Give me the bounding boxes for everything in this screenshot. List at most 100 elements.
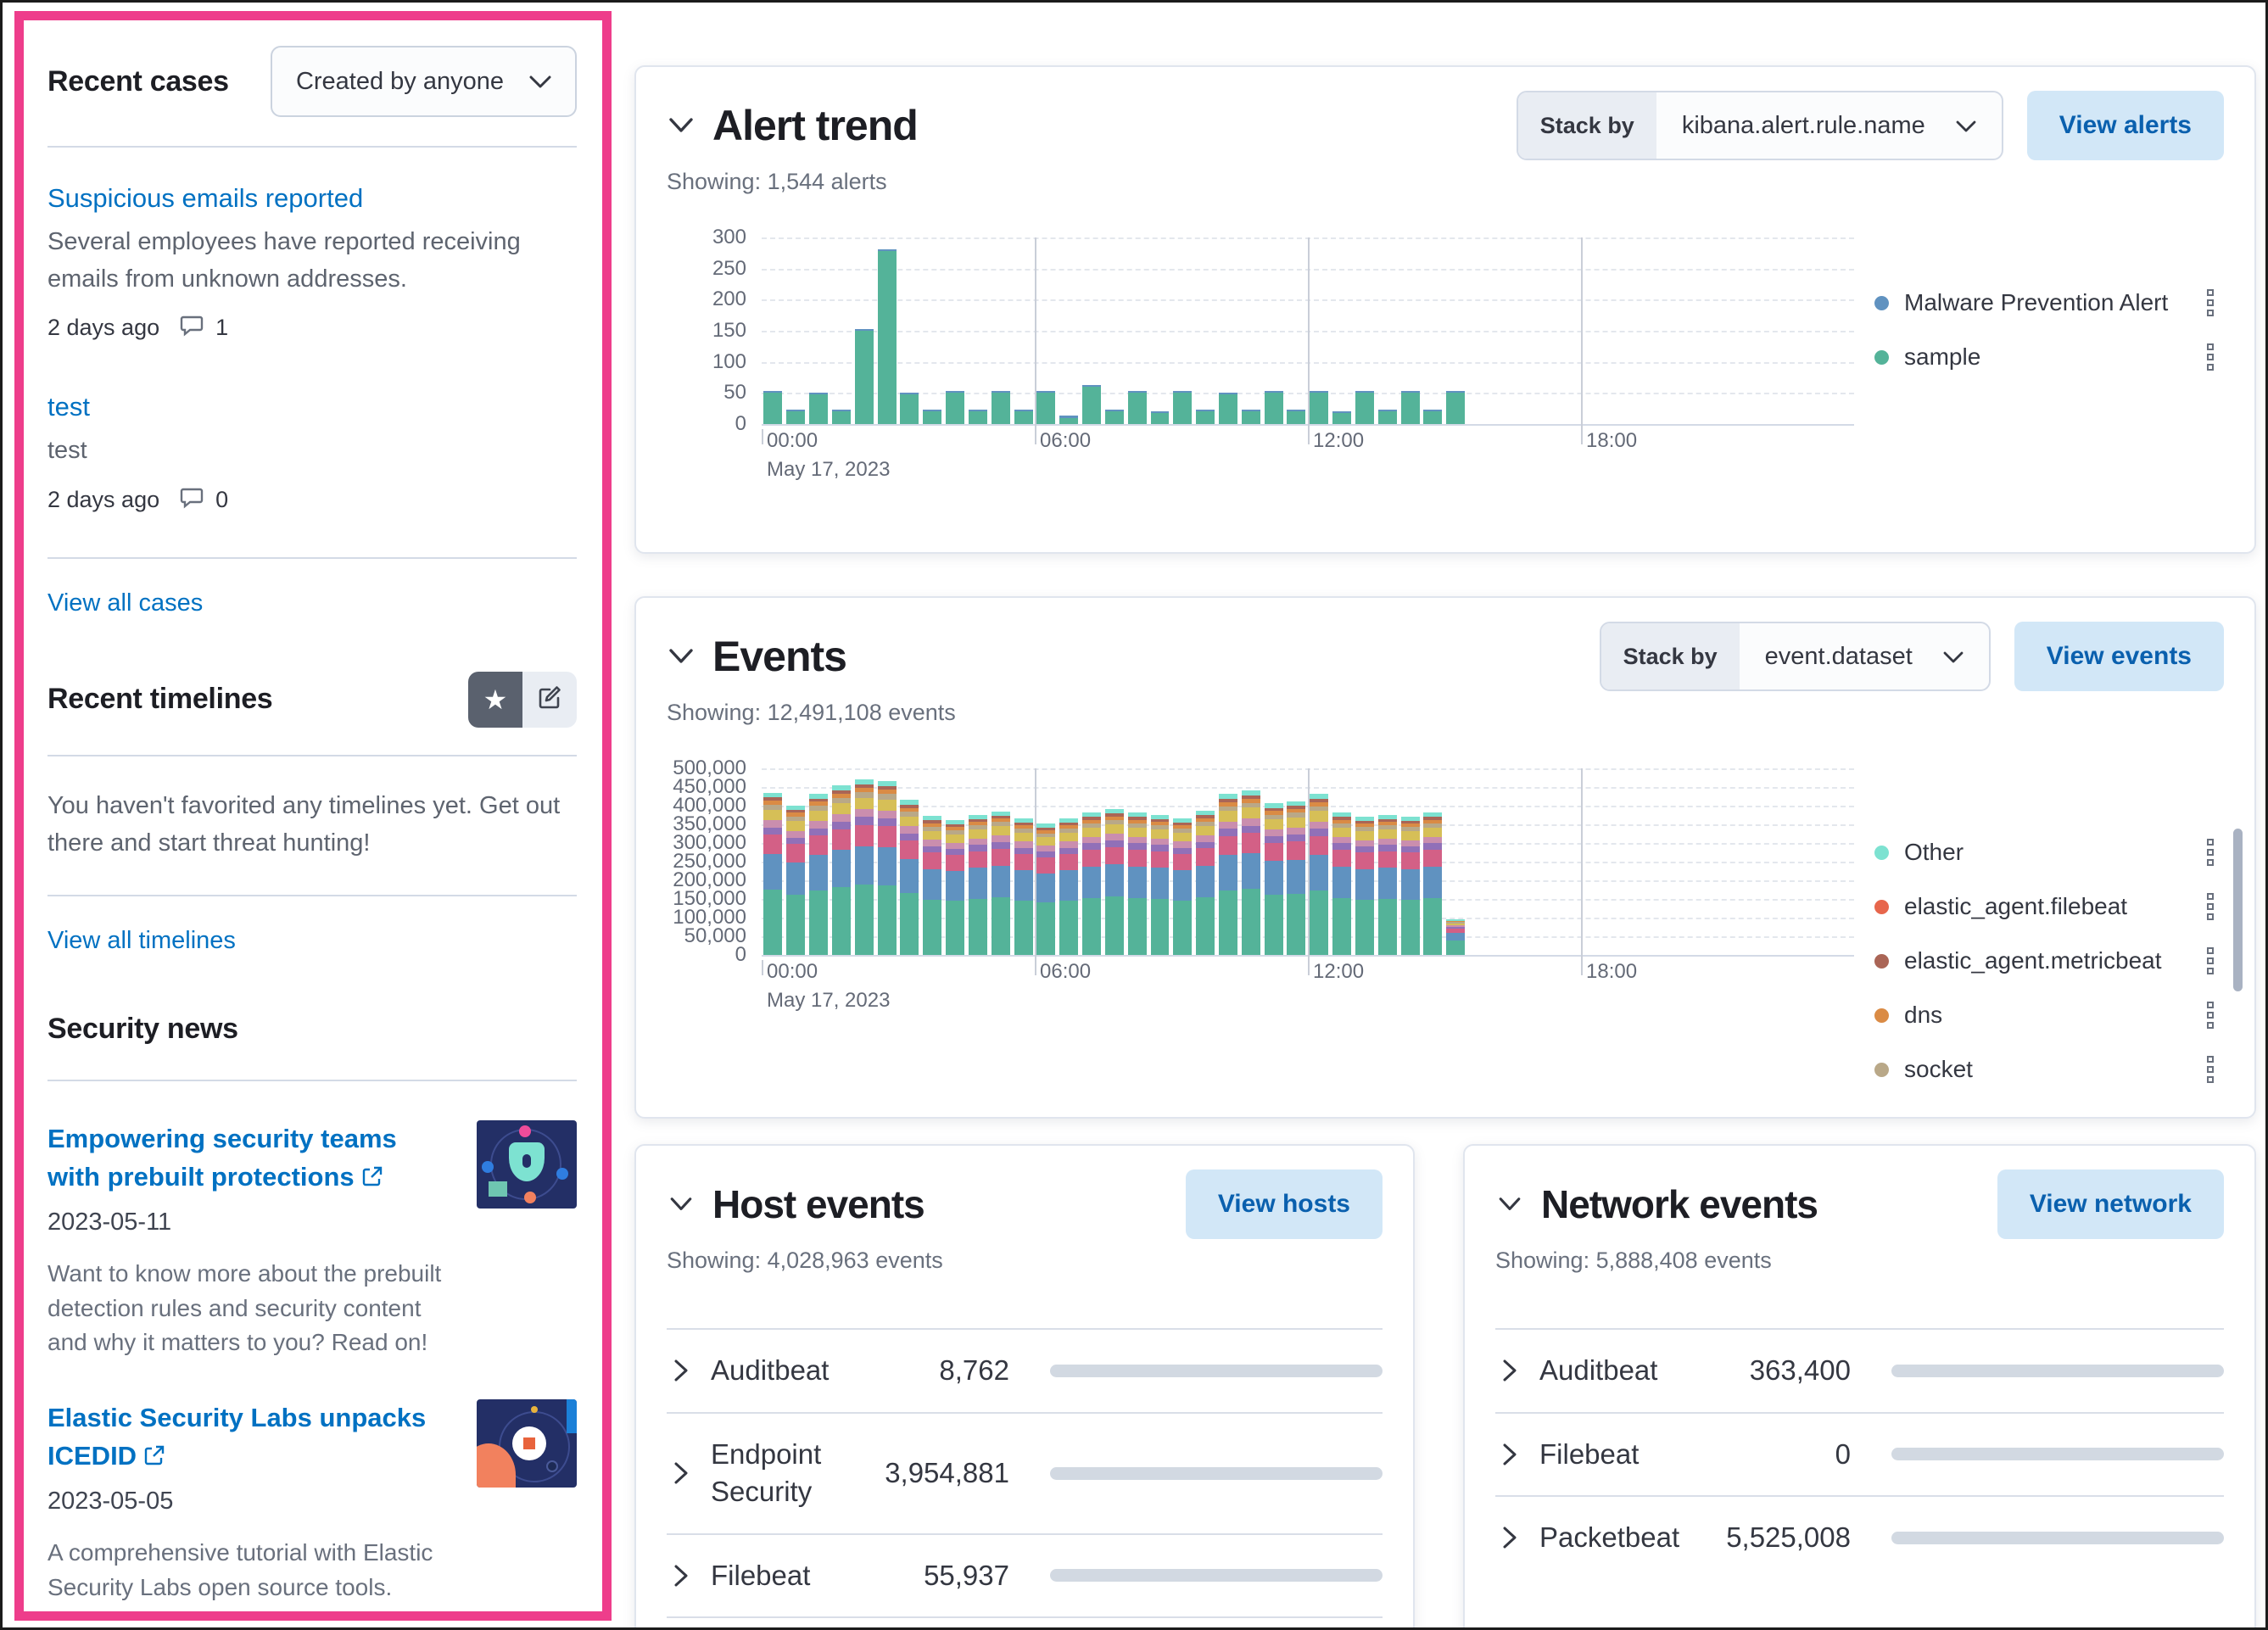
host-events-rows: Auditbeat 8,762 Endpoint Security 3,954,… (667, 1328, 1383, 1627)
alert-trend-title: Alert trend (712, 102, 919, 149)
news-link[interactable]: Empowering security teams with prebuilt … (47, 1120, 455, 1198)
chevron-down-icon (529, 68, 551, 96)
table-row: Filebeat 55,937 (667, 1535, 1383, 1619)
network-events-title: Network events (1541, 1182, 1818, 1226)
case-description: test (47, 437, 87, 464)
news-thumbnail[interactable] (477, 1120, 577, 1209)
news-date: 2023-05-11 (47, 1209, 172, 1236)
case-link[interactable]: Suspicious emails reported (47, 183, 363, 214)
legend-menu-icon[interactable] (2204, 835, 2217, 869)
view-alerts-button[interactable]: View alerts (2026, 91, 2224, 160)
table-row: Filebeat 0 (1495, 1414, 2224, 1498)
table-row: Auditbeat 363,400 (1495, 1330, 2224, 1414)
chevron-right-icon[interactable] (1495, 1440, 1524, 1469)
legend-scrollbar[interactable] (2233, 829, 2243, 991)
host-events-header: Host events View hosts (667, 1169, 1383, 1239)
collapse-chevron-icon[interactable] (1495, 1190, 1524, 1219)
network-events-panel: Network events View network Showing: 5,8… (1463, 1144, 2256, 1627)
events-plot (762, 768, 1854, 969)
events-chart: 500,000 450,000 400,000 350,000 300,000 250,0… (667, 756, 1854, 1019)
legend-dot (1874, 899, 1889, 914)
table-row: Packetbeat 5,525,008 (1495, 1497, 2224, 1579)
alert-trend-legend: Malware Prevention Alert sample (1874, 286, 2217, 374)
external-link-icon (143, 1439, 165, 1477)
news-date: 2023-05-05 (47, 1487, 174, 1515)
cases-filter-select[interactable]: Created by anyone (270, 46, 577, 117)
case-description: Several employees have reported receivin… (47, 228, 521, 293)
view-hosts-button[interactable]: View hosts (1185, 1169, 1383, 1239)
divider (47, 146, 577, 148)
table-row: Winlogbeat 9,383 (667, 1618, 1383, 1627)
legend-dot (1874, 295, 1889, 310)
news-link[interactable]: Elastic Security Labs unpacks ICEDID (47, 1399, 455, 1477)
alert-stackby-select[interactable]: Stack by kibana.alert.rule.name (1516, 91, 2003, 160)
progress-bar (1050, 1364, 1383, 1377)
legend-dot (1874, 845, 1889, 860)
collapse-chevron-icon[interactable] (667, 642, 695, 671)
chevron-right-icon[interactable] (1495, 1523, 1524, 1552)
progress-bar (1891, 1364, 2224, 1377)
legend-item: socket (1874, 1052, 2217, 1086)
news-thumbnail[interactable] (477, 1399, 577, 1488)
view-all-cases-link[interactable]: View all cases (47, 589, 203, 617)
legend-menu-icon[interactable] (2204, 1052, 2217, 1086)
case-link[interactable]: test (47, 392, 90, 422)
network-events-rows: Auditbeat 363,400 Filebeat 0 Packetbeat … (1495, 1328, 2224, 1579)
legend-item: dns (1874, 998, 2217, 1032)
security-news-title: Security news (47, 1013, 238, 1046)
chevron-right-icon[interactable] (667, 1561, 695, 1590)
legend-item: Other (1874, 835, 2217, 869)
host-events-showing: Showing: 4,028,963 events (667, 1248, 943, 1273)
legend-item: sample (1874, 340, 2217, 374)
host-events-panel: Host events View hosts Showing: 4,028,96… (634, 1144, 1415, 1627)
table-row: Endpoint Security 3,954,881 (667, 1414, 1383, 1535)
sidebar: Recent cases Created by anyone Suspiciou… (24, 20, 602, 1611)
chevron-right-icon[interactable] (667, 1356, 695, 1385)
events-title: Events (712, 633, 847, 680)
collapse-chevron-icon[interactable] (667, 1190, 695, 1219)
comment-count: 0 (215, 486, 229, 512)
divider (47, 754, 577, 756)
x-axis: 00:00 06:00 12:00 18:00 May 17, 2023 (762, 957, 1854, 1019)
favorites-toggle-button[interactable]: ★ (468, 671, 522, 728)
case-meta: 2 days ago 1 (47, 313, 577, 343)
stackby-label: Stack by (1517, 92, 1656, 159)
comment-icon (180, 313, 204, 343)
legend-menu-icon[interactable] (2204, 998, 2217, 1032)
legend-item: Malware Prevention Alert (1874, 286, 2217, 320)
view-events-button[interactable]: View events (2014, 622, 2224, 691)
alert-trend-plot (762, 237, 1854, 438)
edit-icon (536, 684, 563, 715)
star-icon: ★ (483, 684, 508, 715)
security-overview-page: Recent cases Created by anyone Suspiciou… (0, 0, 2268, 1630)
legend-menu-icon[interactable] (2204, 340, 2217, 374)
recently-updated-toggle-button[interactable] (522, 671, 577, 728)
legend-dot (1874, 953, 1889, 969)
events-panel: Events Stack by event.dataset View event… (634, 596, 2256, 1119)
news-item: Elastic Security Labs unpacks ICEDID 202… (47, 1399, 577, 1605)
view-all-timelines-link[interactable]: View all timelines (47, 927, 236, 955)
y-axis: 500,000 450,000 400,000 350,000 300,000 250,0… (673, 756, 746, 966)
events-stackby-select[interactable]: Stack by event.dataset (1599, 622, 1991, 691)
progress-bar (1891, 1448, 2224, 1461)
stackby-label: Stack by (1600, 623, 1740, 689)
stackby-value: event.dataset (1764, 642, 1913, 670)
case-time: 2 days ago (47, 486, 160, 512)
chevron-down-icon (1956, 112, 1976, 140)
chevron-right-icon[interactable] (667, 1459, 695, 1488)
timelines-filter-group: ★ (468, 671, 577, 728)
host-events-title: Host events (712, 1182, 925, 1226)
divider (47, 556, 577, 559)
network-events-showing: Showing: 5,888,408 events (1495, 1248, 1772, 1273)
legend-menu-icon[interactable] (2204, 944, 2217, 978)
chevron-right-icon[interactable] (1495, 1356, 1524, 1385)
legend-menu-icon[interactable] (2204, 890, 2217, 924)
recent-timelines-title: Recent timelines (47, 683, 273, 715)
recent-cases-title: Recent cases (47, 64, 229, 98)
legend-menu-icon[interactable] (2204, 286, 2217, 320)
y-axis: 300 250 200 150 100 50 0 (712, 226, 746, 435)
case-meta: 2 days ago 0 (47, 485, 577, 515)
collapse-chevron-icon[interactable] (667, 111, 695, 140)
divider (47, 895, 577, 897)
view-network-button[interactable]: View network (1997, 1169, 2224, 1239)
